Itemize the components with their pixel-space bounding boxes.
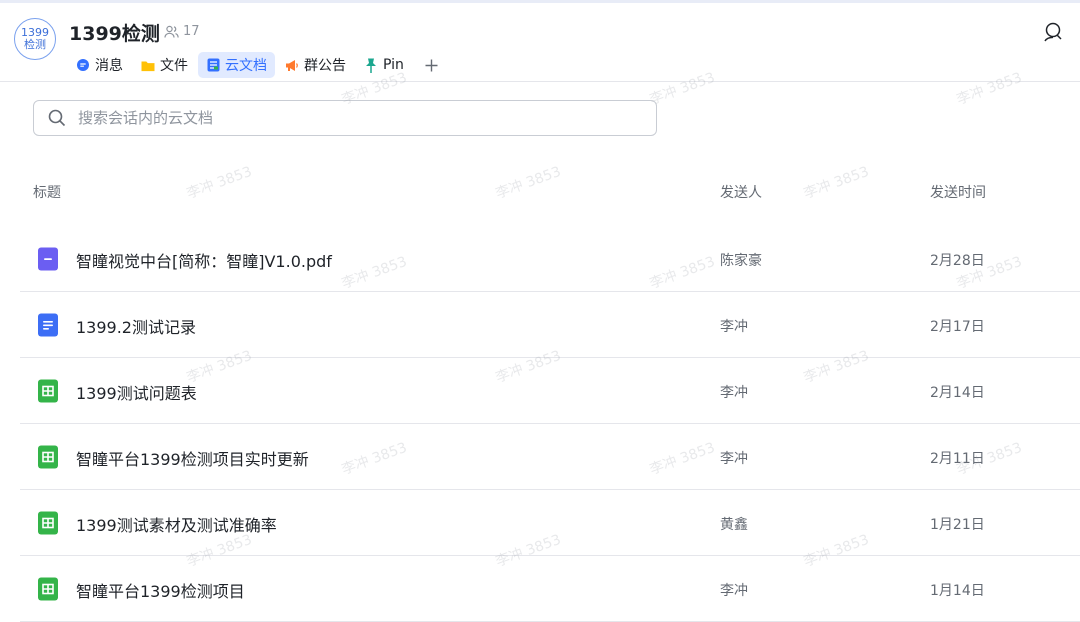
- search-chat-icon[interactable]: [1042, 21, 1064, 43]
- doc-sender: 李冲: [720, 385, 748, 401]
- add-tab-button[interactable]: [418, 52, 446, 78]
- doc-icon: [206, 58, 220, 72]
- announcement-icon: [285, 58, 299, 72]
- doc-row[interactable]: 1399.2测试记录 李冲 2月17日: [20, 292, 1080, 358]
- doc-time: 1月21日: [930, 517, 985, 533]
- doc-search-box[interactable]: [33, 100, 657, 136]
- doc-title[interactable]: 1399测试素材及测试准确率: [76, 512, 277, 536]
- column-header-time[interactable]: 发送时间: [930, 182, 986, 202]
- tab-label: 文件: [160, 58, 188, 74]
- doc-time: 1月14日: [930, 583, 985, 599]
- group-avatar[interactable]: 1399 检测: [14, 18, 56, 60]
- chat-tabs: 消息 文件 云文档 群公告 Pin: [68, 51, 446, 79]
- tab-label: 群公告: [304, 58, 346, 74]
- tab-cloud-docs[interactable]: 云文档: [198, 52, 275, 78]
- watermark-text: 李冲 3853: [493, 163, 564, 203]
- doc-time: 2月17日: [930, 319, 985, 335]
- doc-row[interactable]: 智瞳平台1399检测项目 李冲 1月14日: [20, 556, 1080, 622]
- group-name[interactable]: 1399检测: [69, 19, 160, 46]
- pdf-file-icon: [38, 247, 58, 271]
- tab-announcement[interactable]: 群公告: [277, 52, 354, 78]
- tab-label: 消息: [95, 58, 123, 74]
- doc-list: 智瞳视觉中台[简称：智瞳]V1.0.pdf 陈家豪 2月28日 1399.2测试…: [20, 226, 1080, 622]
- doc-sender: 李冲: [720, 319, 748, 335]
- doc-row[interactable]: 1399测试问题表 李冲 2月14日: [20, 358, 1080, 424]
- doc-sender: 李冲: [720, 583, 748, 599]
- message-icon: [76, 58, 90, 72]
- tab-pin[interactable]: Pin: [356, 52, 412, 78]
- doc-row[interactable]: 智瞳视觉中台[简称：智瞳]V1.0.pdf 陈家豪 2月28日: [20, 226, 1080, 292]
- doc-time: 2月11日: [930, 451, 985, 467]
- pin-icon: [364, 58, 378, 73]
- search-icon: [48, 109, 66, 127]
- doc-sender: 李冲: [720, 451, 748, 467]
- avatar-line-2: 检测: [24, 38, 46, 51]
- tab-files[interactable]: 文件: [133, 52, 196, 78]
- sheet-file-icon: [38, 379, 58, 403]
- folder-icon: [141, 58, 155, 72]
- watermark-text: 李冲 3853: [801, 163, 872, 203]
- doc-file-icon: [38, 313, 58, 337]
- chat-header: 1399 检测 1399检测 17 消息 文件 云文档 群公告 Pin: [0, 3, 1080, 82]
- sheet-file-icon: [38, 445, 58, 469]
- members-icon: [164, 25, 179, 38]
- watermark-text: 李冲 3853: [184, 163, 255, 203]
- doc-sender: 黄鑫: [720, 517, 748, 533]
- member-count-value: 17: [183, 24, 200, 39]
- tab-messages[interactable]: 消息: [68, 52, 131, 78]
- sheet-file-icon: [38, 577, 58, 601]
- column-header-title[interactable]: 标题: [33, 182, 61, 202]
- tab-label: Pin: [383, 57, 404, 73]
- doc-sender: 陈家豪: [720, 253, 762, 269]
- doc-row[interactable]: 智瞳平台1399检测项目实时更新 李冲 2月11日: [20, 424, 1080, 490]
- doc-row[interactable]: 1399测试素材及测试准确率 黄鑫 1月21日: [20, 490, 1080, 556]
- doc-title[interactable]: 1399.2测试记录: [76, 314, 196, 338]
- doc-title[interactable]: 智瞳平台1399检测项目: [76, 578, 245, 602]
- doc-time: 2月14日: [930, 385, 985, 401]
- tab-label: 云文档: [225, 58, 267, 74]
- doc-title[interactable]: 智瞳平台1399检测项目实时更新: [76, 446, 309, 470]
- doc-time: 2月28日: [930, 253, 985, 269]
- doc-search-input[interactable]: [76, 108, 640, 128]
- doc-title[interactable]: 智瞳视觉中台[简称：智瞳]V1.0.pdf: [76, 248, 332, 272]
- sheet-file-icon: [38, 511, 58, 535]
- doc-title[interactable]: 1399测试问题表: [76, 380, 197, 404]
- member-count[interactable]: 17: [164, 24, 200, 39]
- column-header-sender[interactable]: 发送人: [720, 182, 762, 202]
- plus-icon: [425, 59, 438, 71]
